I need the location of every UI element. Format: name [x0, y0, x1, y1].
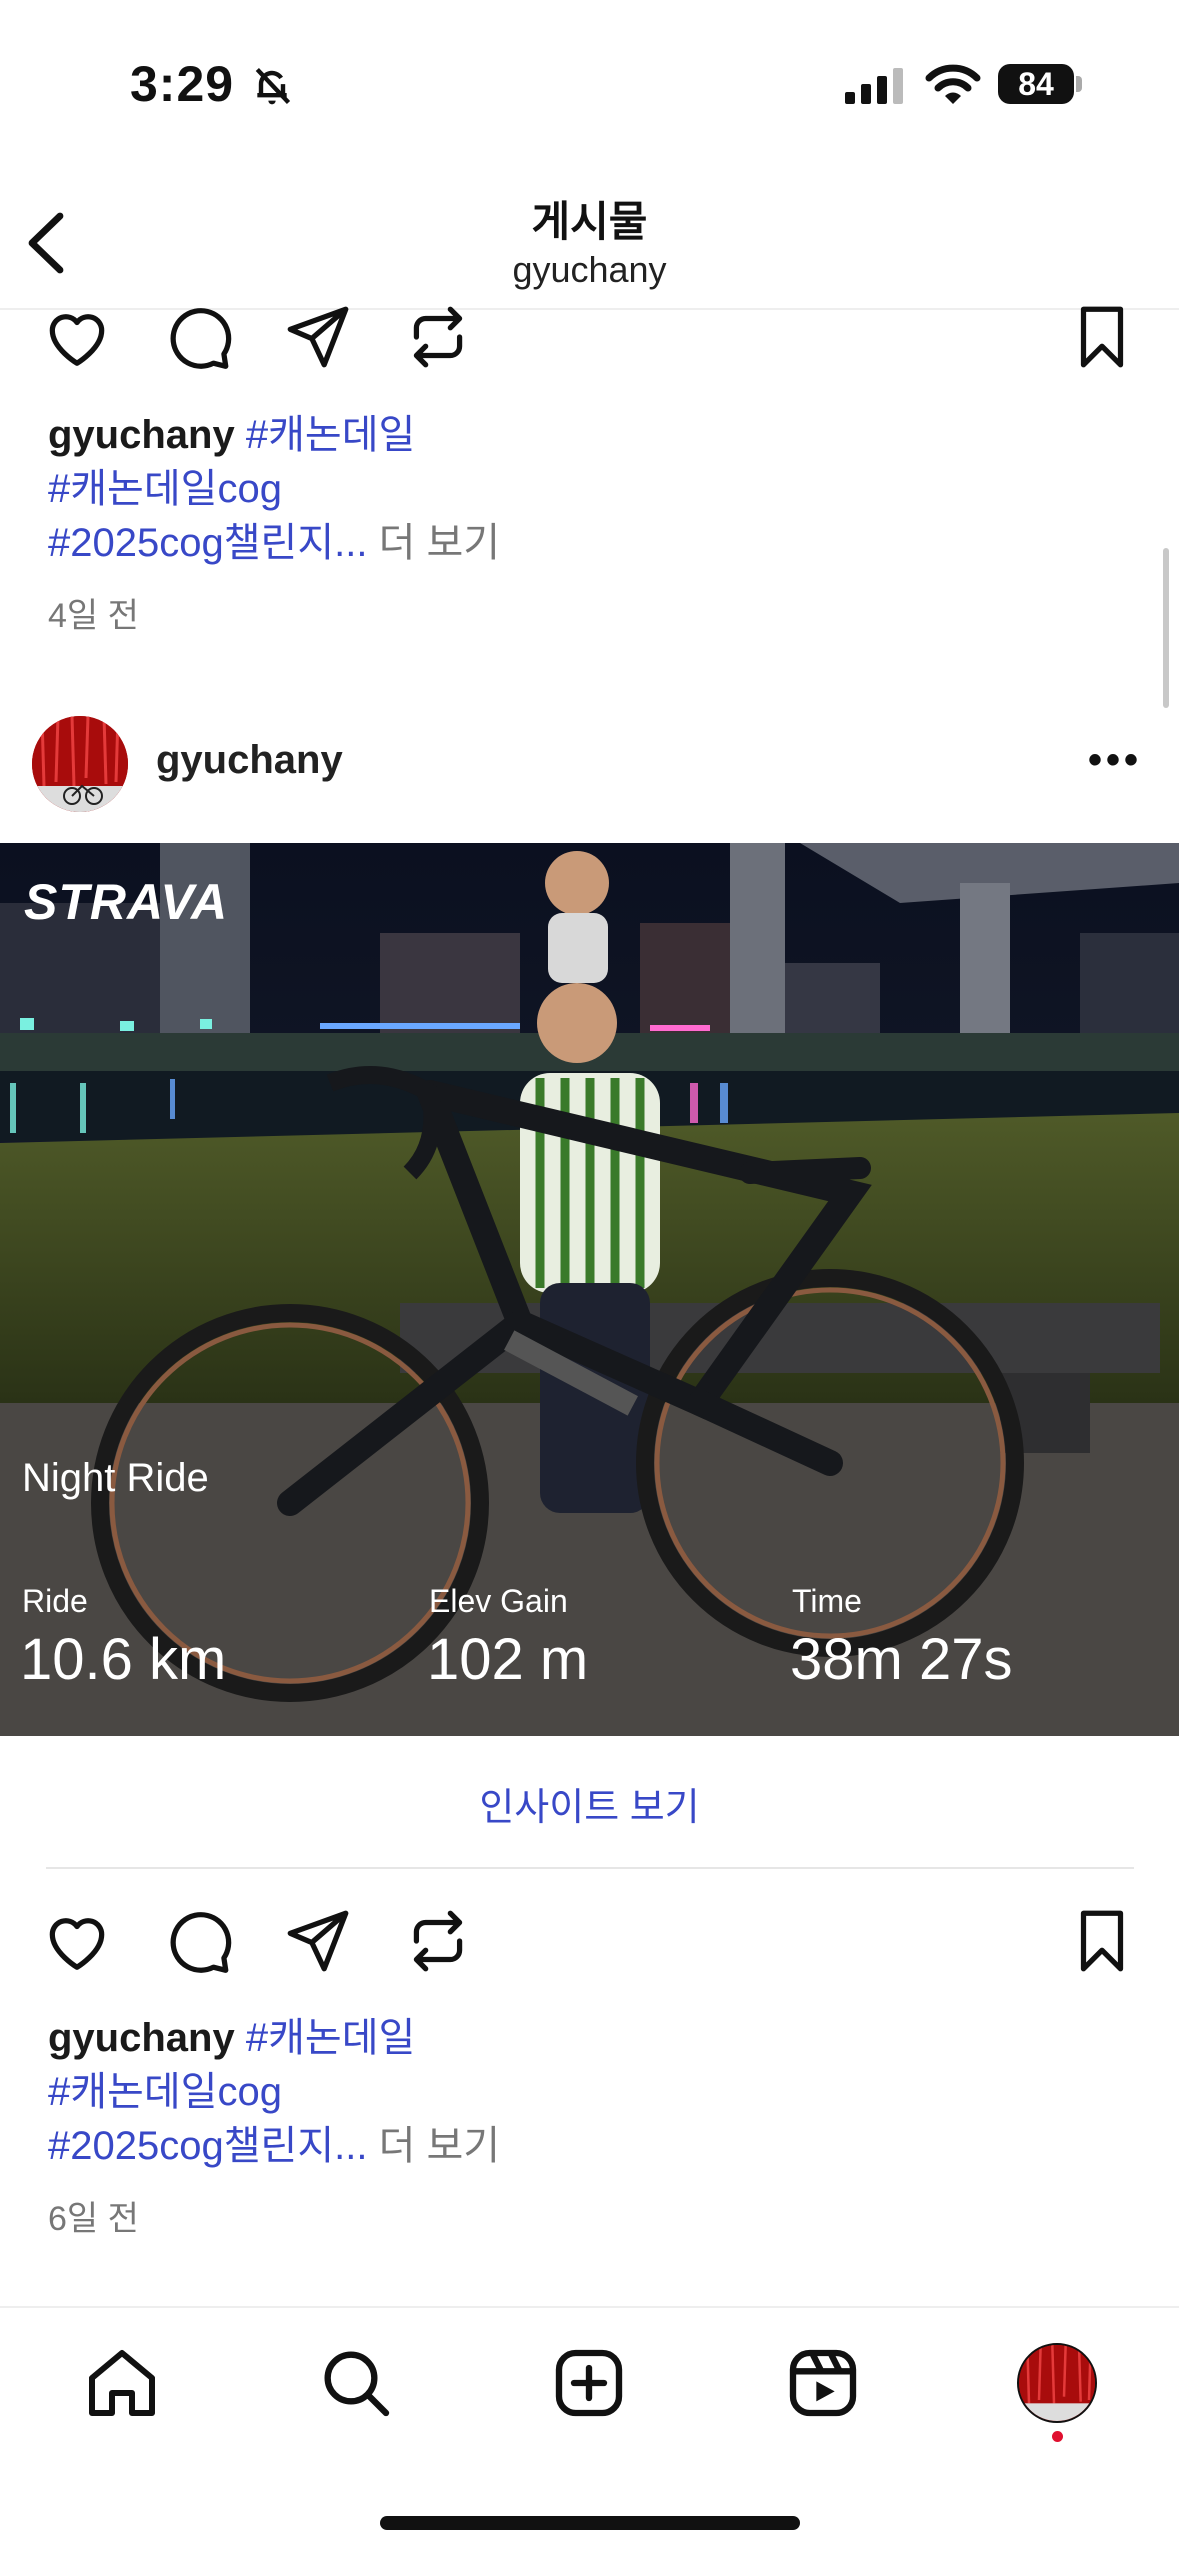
stat-value-ride: 10.6 km — [20, 1627, 227, 1692]
share-button[interactable] — [281, 300, 355, 374]
share-button[interactable] — [281, 1904, 355, 1978]
stat-value-time: 38m 27s — [790, 1627, 1013, 1692]
strava-logo: STRAVA — [24, 874, 229, 930]
hashtag[interactable]: #캐논데일 — [246, 413, 415, 457]
tab-bar-divider — [0, 2306, 1179, 2308]
more-link[interactable]: 더 보기 — [379, 521, 501, 565]
battery-cap — [1076, 76, 1082, 92]
repost-icon — [413, 306, 463, 368]
profile-avatar — [1019, 2345, 1095, 2421]
repost-icon — [413, 1910, 463, 1972]
create-icon — [555, 2349, 623, 2417]
page-subtitle-username[interactable]: gyuchany — [0, 249, 1179, 291]
battery-indicator: 84 — [998, 64, 1074, 104]
heart-icon — [49, 314, 105, 366]
reels-icon — [789, 2349, 857, 2417]
post-timestamp: 4일 전 — [48, 597, 139, 635]
heart-icon — [49, 1918, 105, 1970]
comment-button[interactable] — [161, 300, 235, 374]
cellular-signal-icon — [845, 68, 905, 109]
status-time: 3:29 — [130, 56, 235, 112]
search-icon — [324, 2351, 390, 2417]
activity-name: Night Ride — [22, 1456, 209, 1500]
view-insights-link[interactable]: 인사이트 보기 — [0, 1776, 1179, 1831]
like-button[interactable] — [40, 1904, 114, 1978]
post-timestamp: 6일 전 — [48, 2200, 139, 2238]
stat-label-ride: Ride — [22, 1583, 88, 1619]
tab-home[interactable] — [82, 2343, 162, 2423]
caption-previous: gyuchany #캐논데일 #캐논데일cog #2025cog챌린지... 더… — [48, 408, 500, 570]
repost-button[interactable] — [401, 300, 475, 374]
repost-button[interactable] — [401, 1904, 475, 1978]
home-indicator[interactable] — [380, 2516, 800, 2530]
stat-label-elev-gain: Elev Gain — [429, 1583, 568, 1619]
caption-username[interactable]: gyuchany — [48, 2016, 235, 2060]
page-title: 게시물 — [531, 198, 648, 245]
hashtag[interactable]: #캐논데일cog — [48, 2070, 282, 2114]
tab-create[interactable] — [549, 2343, 629, 2423]
bookmark-icon — [1080, 1910, 1124, 1972]
save-button[interactable] — [1065, 300, 1139, 374]
bookmark-icon — [1080, 306, 1124, 368]
tab-search[interactable] — [316, 2343, 396, 2423]
hashtag[interactable]: #2025cog챌린지... — [48, 521, 367, 565]
like-button[interactable] — [40, 300, 114, 374]
tab-profile[interactable] — [1017, 2343, 1097, 2423]
share-icon — [287, 1910, 349, 1972]
more-link[interactable]: 더 보기 — [379, 2124, 501, 2168]
avatar[interactable] — [32, 716, 128, 812]
scroll-indicator — [1163, 548, 1169, 708]
photo-scene — [0, 843, 1179, 1736]
caption: gyuchany #캐논데일 #캐논데일cog #2025cog챌린지... 더… — [48, 2011, 500, 2173]
comment-button[interactable] — [161, 1904, 235, 1978]
share-icon — [287, 306, 349, 368]
save-button[interactable] — [1065, 1904, 1139, 1978]
post-username[interactable]: gyuchany — [156, 738, 343, 783]
stat-label-time: Time — [792, 1583, 862, 1619]
wifi-icon — [925, 64, 981, 111]
comment-icon — [170, 308, 232, 369]
insights-divider — [46, 1867, 1134, 1869]
tab-reels[interactable] — [783, 2343, 863, 2423]
hashtag[interactable]: #2025cog챌린지... — [48, 2124, 367, 2168]
notification-dot — [1052, 2431, 1063, 2442]
post-image[interactable]: STRAVA Night Ride Ride 10.6 km Elev Gain… — [0, 843, 1179, 1736]
bell-muted-icon — [250, 64, 294, 113]
hashtag[interactable]: #캐논데일cog — [48, 467, 282, 511]
stat-value-elev-gain: 102 m — [427, 1627, 589, 1692]
home-icon — [89, 2350, 155, 2416]
caption-username[interactable]: gyuchany — [48, 413, 235, 457]
more-options-icon[interactable]: ••• — [1088, 738, 1142, 783]
hashtag[interactable]: #캐논데일 — [246, 2016, 415, 2060]
comment-icon — [170, 1912, 232, 1973]
